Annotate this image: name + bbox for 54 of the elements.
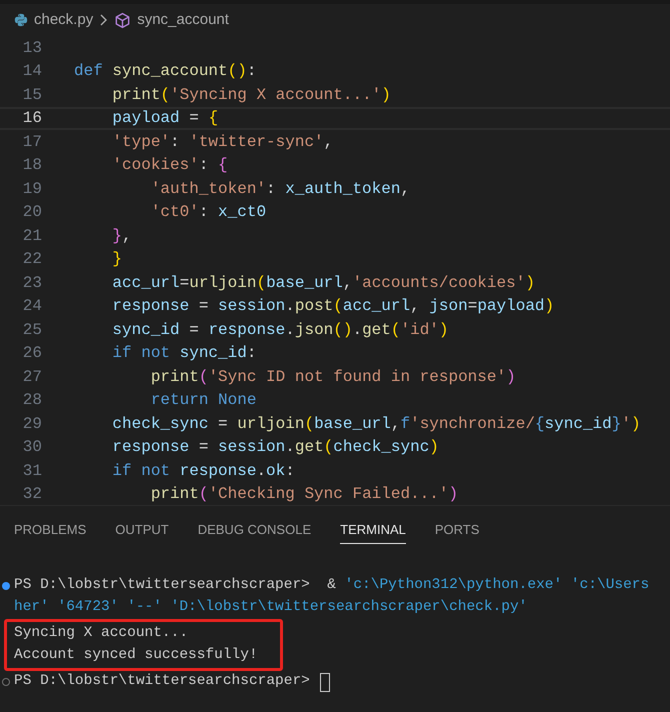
- code-line: }: [111, 249, 122, 270]
- panel-tab[interactable]: DEBUG CONSOLE: [198, 516, 312, 544]
- chevron-right-icon: [99, 13, 108, 27]
- line-number: 26: [22, 343, 42, 364]
- line-number: 19: [22, 178, 42, 200]
- code-line: def sync_account():: [74, 61, 256, 82]
- line-number: 23: [22, 272, 42, 294]
- line-number: 13: [22, 38, 42, 59]
- terminal-line: Account synced successfully!: [14, 646, 258, 666]
- breadcrumb-symbol[interactable]: sync_account: [137, 8, 229, 32]
- code-line: 'type': 'twitter-sync',: [111, 132, 334, 153]
- terminal-line: PS D:\lobstr\twittersearchscraper>: [14, 672, 311, 692]
- line-number: 28: [22, 390, 42, 412]
- line-number: 17: [22, 132, 42, 153]
- terminal-line: Syncing X account...: [14, 624, 188, 644]
- code-line: check_sync = urljoin(base_url,f'synchronize/{sync_id}'): [111, 414, 641, 435]
- code-line: acc_url=urljoin(base_url,'accounts/cookies'): [111, 272, 535, 294]
- code-line: response = session.post(acc_url, json=payload): [111, 296, 554, 318]
- line-number: 30: [22, 437, 42, 458]
- panel-tab[interactable]: PROBLEMS: [14, 516, 86, 544]
- code-line: if not sync_id:: [111, 343, 256, 364]
- code-line: response = session.get(check_sync): [111, 437, 439, 458]
- breadcrumb-file[interactable]: check.py: [34, 8, 94, 32]
- code-line: 'auth_token': x_auth_token,: [150, 178, 410, 200]
- line-number: 15: [22, 84, 42, 106]
- line-number: 24: [22, 296, 42, 318]
- code-line: payload = {: [111, 108, 218, 130]
- terminal-line: her' '64723' '--' 'D:\lobstr\twittersearchscraper\check.py': [14, 598, 528, 618]
- line-number: 25: [22, 320, 42, 341]
- panel-tab[interactable]: TERMINAL: [340, 516, 406, 544]
- cube-icon: [114, 12, 132, 28]
- panel-tab[interactable]: PORTS: [434, 516, 480, 544]
- line-number: 22: [22, 249, 42, 270]
- line-number: 29: [22, 414, 42, 435]
- code-line: print('Syncing X account...'): [111, 84, 391, 106]
- line-number: 21: [22, 226, 42, 247]
- line-number: 16: [22, 108, 42, 130]
- python-file-icon: [14, 13, 28, 27]
- code-line: 'ct0': x_ct0: [150, 202, 266, 224]
- line-number: 31: [22, 460, 42, 482]
- code-line: return None: [150, 390, 256, 412]
- code-line: if not response.ok:: [111, 460, 295, 482]
- code-line: sync_id = response.json().get('id'): [111, 320, 449, 341]
- terminal-line: PS D:\lobstr\twittersearchscraper> & 'c:\Python312\python.exe' 'c:\Users: [14, 576, 650, 596]
- line-number: 20: [22, 202, 42, 224]
- line-number: 14: [22, 61, 42, 82]
- line-number: 18: [22, 155, 42, 176]
- line-number: 32: [22, 484, 42, 505]
- code-line: 'cookies': {: [111, 155, 228, 176]
- line-number: 27: [22, 366, 42, 388]
- code-line: print('Sync ID not found in response'): [150, 366, 516, 388]
- code-line: print('Checking Sync Failed...'): [150, 484, 458, 505]
- panel-tab[interactable]: OUTPUT: [115, 516, 169, 544]
- code-line: },: [111, 226, 132, 247]
